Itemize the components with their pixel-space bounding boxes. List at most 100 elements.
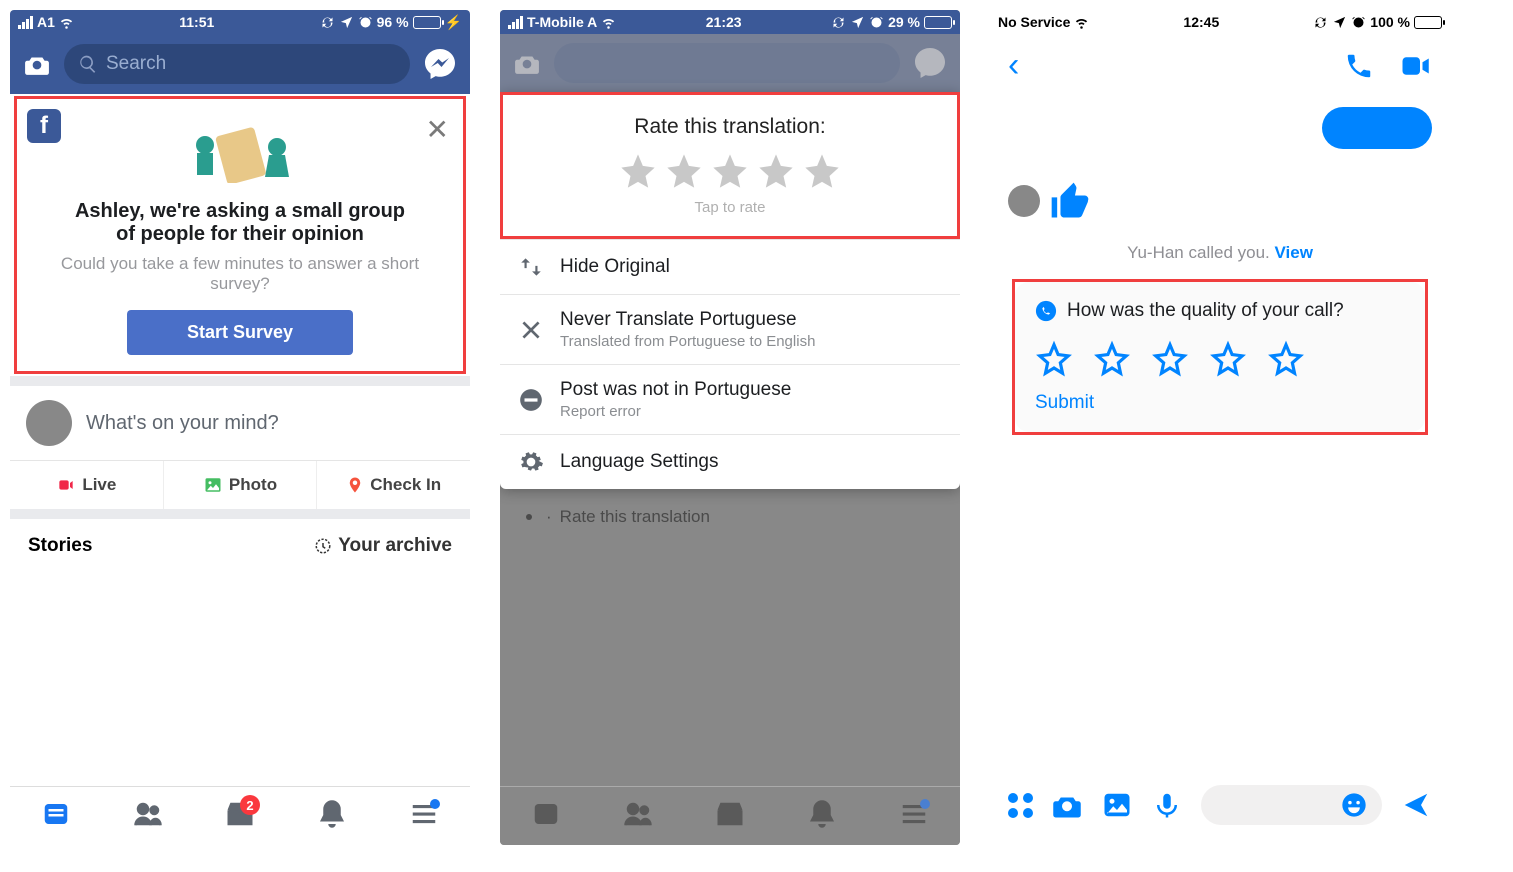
call-card-title: How was the quality of your call? [1067,300,1344,322]
feed-icon [39,799,73,829]
camera-icon[interactable] [1051,790,1083,820]
star-icon[interactable] [710,151,750,191]
option-language-settings[interactable]: Language Settings [500,435,960,489]
facebook-logo-icon: f [27,109,61,143]
location-icon [1332,15,1347,30]
star-icon[interactable] [1151,340,1189,378]
emoji-icon[interactable] [1340,791,1368,819]
option-never-translate[interactable]: Never Translate Portuguese Translated fr… [500,295,960,365]
option-label: Hide Original [560,256,670,278]
submit-button[interactable]: Submit [1035,392,1405,414]
received-reaction [1008,179,1432,223]
start-survey-button[interactable]: Start Survey [127,310,353,355]
battery-icon [924,16,952,29]
battery-pct-label: 96 % [377,14,409,30]
bell-icon [805,799,839,829]
star-icon[interactable] [1035,340,1073,378]
star-icon[interactable] [1267,340,1305,378]
gallery-icon[interactable] [1101,790,1133,820]
star-icon[interactable] [618,151,658,191]
option-hide-original[interactable]: Hide Original [500,240,960,295]
apps-icon[interactable] [1008,793,1033,818]
back-button[interactable]: ‹ [1008,46,1019,85]
star-icon[interactable] [756,151,796,191]
tab-marketplace [684,799,776,829]
video-icon[interactable] [1398,51,1432,81]
messenger-icon [912,45,948,81]
tab-marketplace[interactable]: 2 [194,799,286,829]
star-icon[interactable] [664,151,704,191]
alarm-icon [869,15,884,30]
option-label: Language Settings [560,451,718,473]
wifi-icon [59,15,74,30]
charging-icon: ⚡ [445,14,462,31]
stories-header: Stories Your archive [10,519,470,573]
composer[interactable]: What's on your mind? [10,376,470,461]
avatar [26,400,72,446]
rate-hint: Tap to rate [523,199,937,216]
checkin-button[interactable]: Check In [317,461,470,509]
clock-label: 21:23 [616,14,831,30]
friends-icon [621,799,655,829]
call-rating-stars[interactable] [1035,340,1405,378]
gear-icon [520,508,538,526]
send-icon[interactable] [1400,790,1432,820]
call-notice-text: Yu-Han called you. [1127,243,1274,262]
rating-stars[interactable] [523,151,937,191]
composer-placeholder: What's on your mind? [86,412,279,435]
wifi-icon [601,15,616,30]
message-input[interactable] [1201,785,1382,825]
composer-actions: Live Photo Check In [10,461,470,519]
survey-subtitle: Could you take a few minutes to answer a… [33,254,447,294]
pin-icon [346,475,364,495]
star-icon[interactable] [1093,340,1131,378]
archive-button[interactable]: Your archive [314,535,452,557]
live-button[interactable]: Live [10,461,164,509]
phone-icon[interactable] [1342,51,1376,81]
battery-pct-label: 100 % [1370,14,1410,30]
thumbs-up-icon [1048,179,1092,223]
view-link[interactable]: View [1274,243,1312,262]
mic-icon[interactable] [1151,790,1183,820]
survey-title: Ashley, we're asking a small group of pe… [33,200,447,246]
x-icon [518,317,544,343]
feed-icon [529,799,563,829]
location-icon [850,15,865,30]
sync-icon [320,15,335,30]
messenger-icon[interactable] [422,46,458,82]
photo-button[interactable]: Photo [164,461,318,509]
wifi-icon [1074,15,1089,30]
rate-title: Rate this translation: [523,115,937,139]
clock-label: 11:51 [74,14,320,30]
search-placeholder: Search [106,53,166,75]
swap-icon [518,254,544,280]
dim-rate-link: · Rate this translation [500,489,960,545]
camera-icon[interactable] [22,51,52,77]
close-icon[interactable]: ✕ [426,113,449,146]
star-icon[interactable] [802,151,842,191]
search-input[interactable]: Search [64,44,410,84]
translation-popup: Rate this translation: Tap to rate Hide … [500,92,960,489]
option-label: Post was not in Portuguese [560,379,791,401]
highlight-survey: f ✕ Ashley, we're asking a small group o… [14,96,466,374]
tab-notifications[interactable] [286,799,378,829]
carrier-label: A1 [37,14,55,30]
video-icon [56,477,76,493]
carrier-label: No Service [998,14,1070,30]
phone-circle-icon [1035,300,1057,322]
messages-body: Yu-Han called you. View How was the qual… [990,97,1450,769]
tab-bar-dimmed [500,786,960,845]
camera-icon [512,50,542,76]
status-bar: A1 11:51 96 % ⚡ [10,10,470,34]
battery-icon [413,16,441,29]
tab-feed[interactable] [10,799,102,829]
archive-label: Your archive [338,535,452,557]
tab-menu[interactable] [378,799,470,829]
option-wrong-language[interactable]: Post was not in Portuguese Report error [500,365,960,435]
sent-message-bubble [1322,107,1432,149]
marketplace-icon [713,799,747,829]
survey-card: f ✕ Ashley, we're asking a small group o… [17,99,463,371]
tab-friends[interactable] [102,799,194,829]
star-icon[interactable] [1209,340,1247,378]
translation-rating-screen: T-Mobile A 21:23 29 % Rate this translat… [500,10,960,845]
